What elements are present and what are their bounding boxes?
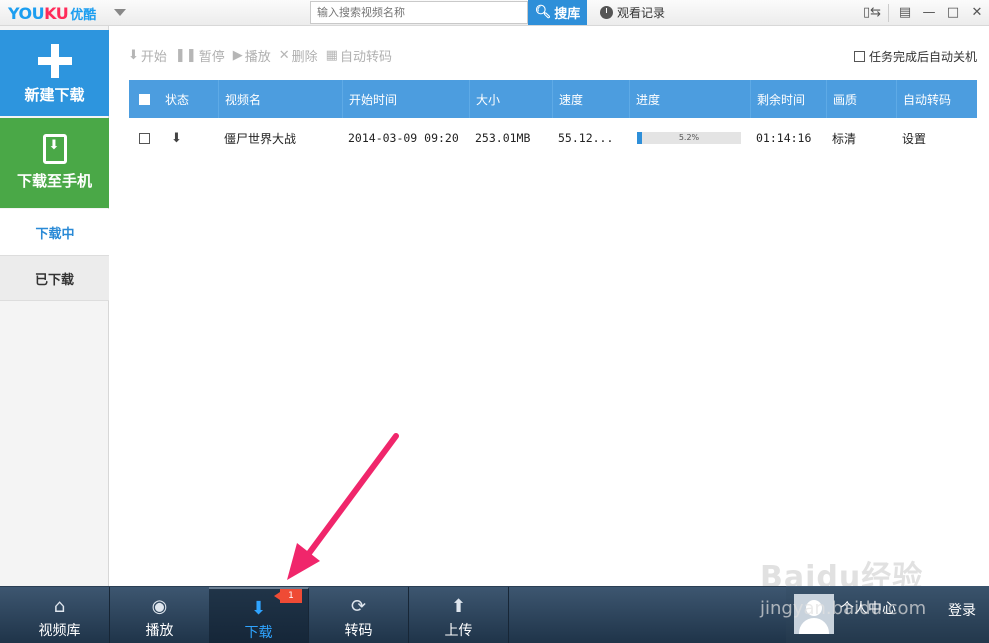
clock-icon — [600, 6, 613, 19]
column-header-quality[interactable]: 画质 — [826, 80, 896, 118]
nav-convert[interactable]: ⟳ 转码 — [309, 587, 409, 643]
close-icon[interactable]: ✕ — [965, 0, 989, 25]
row-checkbox[interactable] — [139, 132, 150, 144]
new-download-label: 新建下载 — [24, 86, 85, 104]
film-icon: ▦ — [325, 48, 338, 63]
auto-convert-label: 自动转码 — [339, 50, 392, 65]
baidu-watermark-url: jingyan.baidu.com — [760, 598, 927, 619]
download-toolbar: ⬇ 开始 ❚❚ 暂停 ▶ 播放 ✕ 删除 ▦ 自动转码 — [128, 46, 392, 65]
logo-text-cn: 优酷 — [70, 7, 97, 23]
column-header-name[interactable]: 视频名 — [218, 80, 342, 118]
search-button-label: 搜库 — [554, 7, 581, 22]
play-button[interactable]: ▶ 播放 — [233, 46, 271, 65]
auto-shutdown-label: 任务完成后自动关机 — [868, 50, 977, 64]
logo-text-you: YOU — [8, 3, 45, 23]
top-bar: YOUKU 优酷 🔍︎ 搜库 观看记录 ▯⇆ ▤ — □ ✕ — [0, 0, 989, 26]
logo-text-ku: KU — [44, 3, 69, 23]
pause-icon: ❚❚ — [174, 48, 197, 63]
phone-download-icon — [42, 134, 67, 164]
nav-upload-label: 上传 — [444, 623, 473, 639]
tab-downloading-label: 下载中 — [35, 226, 75, 242]
refresh-icon: ⟳ — [350, 595, 367, 617]
window-controls: ▯⇆ ▤ — □ ✕ — [860, 0, 989, 25]
delete-icon: ✕ — [278, 48, 290, 63]
download-speed: 55.12... — [558, 131, 614, 145]
auto-convert-button[interactable]: ▦ 自动转码 — [326, 46, 392, 65]
column-header-size[interactable]: 大小 — [469, 80, 552, 118]
progress-text: 5.2% — [678, 133, 700, 142]
watch-history-label: 观看记录 — [617, 6, 666, 20]
delete-button[interactable]: ✕ 删除 — [279, 46, 318, 65]
pause-button[interactable]: ❚❚ 暂停 — [175, 46, 225, 65]
search-icon: 🔍︎ — [534, 5, 552, 20]
select-all-cell — [129, 80, 159, 118]
home-icon: ⌂ — [53, 595, 66, 617]
message-icon[interactable]: ▤ — [893, 0, 917, 25]
row-select-cell — [133, 120, 159, 156]
nav-play-label: 播放 — [145, 623, 174, 639]
delete-label: 删除 — [291, 50, 318, 65]
search-input[interactable] — [310, 1, 528, 24]
nav-video-library[interactable]: ⌂ 视频库 — [10, 587, 110, 643]
column-header-remaining[interactable]: 剩余时间 — [750, 80, 826, 118]
tab-downloaded[interactable]: 已下载 — [0, 255, 109, 301]
downloading-status-icon: ⬇ — [171, 130, 182, 146]
column-header-start-time[interactable]: 开始时间 — [342, 80, 469, 118]
nav-video-library-label: 视频库 — [38, 623, 81, 639]
watch-history-button[interactable]: 观看记录 — [600, 4, 665, 21]
plus-icon — [37, 44, 72, 78]
phone-sync-icon[interactable]: ▯⇆ — [860, 0, 884, 25]
play-circle-icon: ◉ — [151, 595, 168, 617]
nav-download-label: 下载 — [244, 625, 273, 641]
column-header-auto-convert[interactable]: 自动转码 — [896, 80, 977, 118]
tab-downloading[interactable]: 下载中 — [0, 209, 110, 255]
progress-cell: 5.2% — [631, 120, 750, 156]
column-header-status[interactable]: 状态 — [159, 80, 218, 118]
download-to-phone-label: 下载至手机 — [16, 172, 92, 190]
divider — [888, 3, 889, 22]
auto-convert-settings-link[interactable]: 设置 — [896, 120, 977, 156]
search-button[interactable]: 🔍︎ 搜库 — [528, 0, 587, 25]
arrow-shaft — [304, 433, 399, 559]
youku-logo[interactable]: YOUKU 优酷 — [8, 3, 96, 23]
new-download-button[interactable]: 新建下载 — [0, 30, 109, 116]
column-header-speed[interactable]: 速度 — [552, 80, 629, 118]
login-link[interactable]: 登录 — [948, 600, 976, 620]
arrow-down-icon: ⬇ — [128, 48, 139, 63]
nav-play[interactable]: ◉ 播放 — [110, 587, 210, 643]
progress-bar: 5.2% — [637, 132, 741, 144]
sidebar: 新建下载 下载至手机 下载中 已下载 — [0, 26, 110, 586]
arrow-head — [287, 543, 320, 580]
nav-upload[interactable]: ⬆ 上传 — [409, 587, 509, 643]
table-row[interactable]: ⬇ 僵尸世界大战 2014-03-09 09:20 253.01MB 55.12… — [129, 120, 977, 156]
start-button[interactable]: ⬇ 开始 — [128, 46, 167, 65]
maximize-icon[interactable]: □ — [941, 0, 965, 25]
menu-dropdown-icon[interactable] — [114, 9, 126, 16]
tab-downloaded-label: 已下载 — [34, 272, 74, 288]
play-label: 播放 — [244, 50, 271, 65]
nav-convert-label: 转码 — [344, 623, 373, 639]
quality: 标清 — [832, 131, 857, 146]
download-icon: ⬇ — [250, 597, 267, 619]
download-count-badge: 1 — [274, 589, 302, 603]
remaining-time: 01:14:16 — [756, 131, 812, 145]
upload-icon: ⬆ — [450, 595, 467, 617]
column-header-progress[interactable]: 进度 — [629, 80, 750, 118]
select-all-checkbox[interactable] — [139, 93, 150, 105]
download-to-phone-button[interactable]: 下载至手机 — [0, 118, 109, 208]
status-cell: ⬇ — [165, 120, 218, 156]
table-header: 状态 视频名 开始时间 大小 速度 进度 剩余时间 画质 自动转码 — [129, 80, 977, 118]
auto-shutdown-option[interactable]: 任务完成后自动关机 — [853, 48, 977, 65]
auto-shutdown-checkbox[interactable] — [853, 51, 865, 62]
minimize-icon[interactable]: — — [917, 0, 941, 25]
start-time: 2014-03-09 09:20 — [348, 131, 459, 145]
play-icon: ▶ — [232, 48, 243, 63]
video-name: 僵尸世界大战 — [224, 131, 297, 146]
start-label: 开始 — [140, 50, 167, 65]
file-size: 253.01MB — [475, 131, 531, 145]
pause-label: 暂停 — [198, 50, 225, 65]
